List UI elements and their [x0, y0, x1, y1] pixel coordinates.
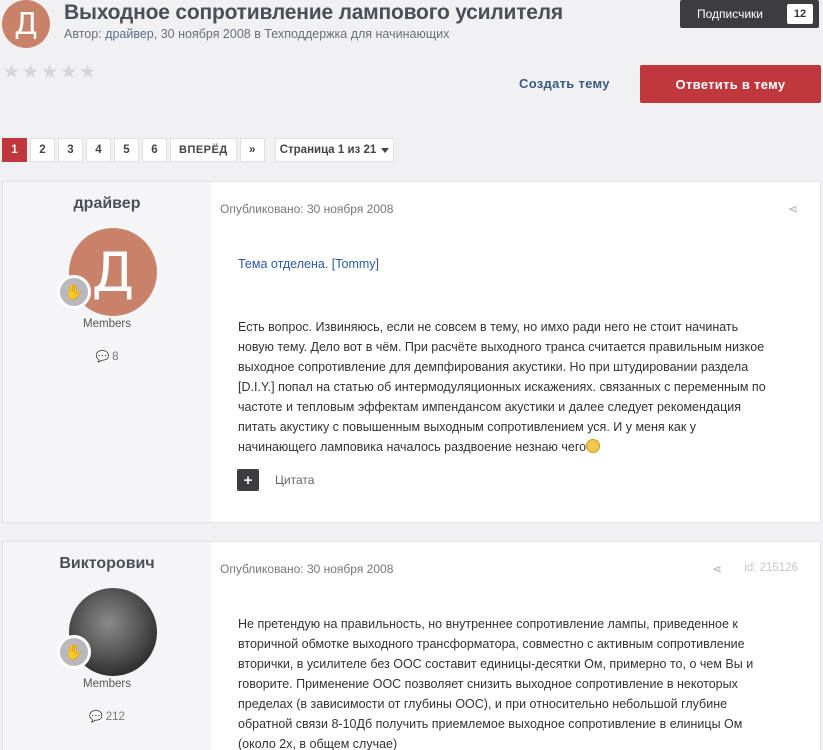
post-count-value: 212 [105, 711, 125, 723]
pagination: 1 2 3 4 5 6 ВПЕРЁД » [2, 138, 265, 162]
post-line: частоте и тепловым эффектам импендансом … [238, 400, 742, 414]
post-line: Есть вопрос. Извиняюсь, если не совсем в… [238, 320, 739, 334]
post-line: выходное сопротивление для демпфирования… [238, 360, 749, 374]
rank-badge-icon: ✋ [57, 275, 91, 309]
post: драйвер Д ✋ Members 💬 8 Опубликовано: 30 … [2, 181, 821, 523]
last-page-button[interactable]: » [239, 138, 265, 162]
caret-down-icon [381, 147, 390, 153]
rating-stars[interactable]: ★ ★ ★ ★ ★ [3, 63, 96, 82]
post-line: говорите. Применение ООС позволяет снизи… [238, 677, 738, 691]
page-link[interactable]: 1 [2, 138, 27, 162]
star-icon[interactable]: ★ [79, 63, 96, 82]
meta-prefix: Автор: [64, 27, 102, 41]
follow-label: Подписчики [697, 7, 764, 21]
topic-date: 30 ноября 2008 [160, 27, 251, 41]
topic-author-link[interactable]: драйвер [105, 27, 154, 41]
create-topic-button[interactable]: Создать тему [519, 76, 610, 91]
next-page-button[interactable]: ВПЕРЁД [170, 138, 237, 162]
page-link[interactable]: 2 [30, 138, 55, 162]
post-author-panel: драйвер Д ✋ Members 💬 8 [3, 182, 211, 522]
post-author-panel: Викторович ✋ Members 💬 212 [3, 542, 211, 750]
meta-separator: , [153, 27, 158, 41]
post-date: Опубликовано: 30 ноября 2008 [220, 202, 394, 216]
post-line: начинающего ламповика началось раздвоени… [238, 440, 587, 454]
post-line: Не претендую на правильность, но внутрен… [238, 617, 738, 631]
quote-button[interactable]: Цитата [275, 473, 314, 487]
post-count: 💬 212 [3, 710, 211, 723]
post-author-name[interactable]: Викторович [3, 555, 211, 573]
user-group: Members [83, 318, 131, 330]
star-icon[interactable]: ★ [3, 63, 20, 82]
post-line: вторички, в усилителе без ООС составит е… [238, 657, 754, 671]
follower-count: 12 [787, 4, 813, 24]
star-icon[interactable]: ★ [22, 63, 39, 82]
post-text: Не претендую на правильность, но внутрен… [238, 614, 798, 750]
post-line: пределах (в зависимости от глубины ООС),… [238, 697, 728, 711]
post-line: [D.I.Y.] попал на статью об интермодуляц… [238, 380, 766, 394]
star-icon[interactable]: ★ [41, 63, 58, 82]
forum-link[interactable]: Техподдержка для начинающих [264, 27, 449, 41]
post-author-name[interactable]: драйвер [3, 195, 211, 213]
post-id: id: 215126 [744, 562, 798, 574]
post-line: обратной связи 8-10Дб получить приемлемо… [238, 717, 743, 731]
post-line: (около 2х, в общем случае) [238, 737, 398, 750]
multiquote-button[interactable]: + [237, 469, 259, 491]
post-content: Тема отделена. [Tommy] [238, 254, 798, 274]
follow-button[interactable]: Подписчики 12 [680, 0, 819, 28]
share-icon[interactable]: ⋖ [788, 202, 798, 216]
share-icon[interactable]: ⋖ [712, 562, 722, 576]
page-link[interactable]: 5 [114, 138, 139, 162]
post-line-last: начинающего ламповика началось раздвоени… [238, 437, 798, 457]
post-line: новую тему. Дело вот в чём. При расчёте … [238, 340, 765, 354]
page-link[interactable]: 6 [142, 138, 167, 162]
star-icon[interactable]: ★ [60, 63, 77, 82]
rank-badge-icon: ✋ [57, 635, 91, 669]
avatar-letter: Д [91, 240, 135, 304]
post-line: питать акустику с повышенным выходным со… [238, 420, 697, 434]
page-link[interactable]: 4 [86, 138, 111, 162]
topic-meta: Автор: драйвер, 30 ноября 2008 в Техподд… [64, 27, 449, 41]
post: Викторович ✋ Members 💬 212 Опубликовано: … [2, 541, 821, 750]
reply-button[interactable]: Ответить в тему [640, 65, 821, 103]
post-count-value: 8 [112, 351, 119, 363]
moderation-note: Тема отделена. [Tommy] [238, 257, 379, 271]
post-date: Опубликовано: 30 ноября 2008 [220, 562, 394, 576]
page-link[interactable]: 3 [58, 138, 83, 162]
comment-icon: 💬 [89, 711, 103, 723]
meta-in: в [254, 27, 261, 41]
post-count: 💬 8 [3, 350, 211, 363]
page-title: Выходное сопротивление лампового усилите… [64, 1, 563, 24]
post-line: вторичной обмотке выходного трансформато… [238, 637, 745, 651]
sad-emoji-icon [586, 439, 601, 453]
comment-icon: 💬 [95, 351, 110, 363]
post-text: Есть вопрос. Извиняюсь, если не совсем в… [238, 317, 798, 457]
page-jump-label: Страница 1 из 21 [279, 144, 377, 156]
page-jump-dropdown[interactable]: Страница 1 из 21 [275, 138, 394, 162]
user-group: Members [83, 678, 131, 690]
avatar-letter: Д [14, 6, 38, 42]
topic-author-avatar[interactable]: Д [2, 0, 50, 48]
